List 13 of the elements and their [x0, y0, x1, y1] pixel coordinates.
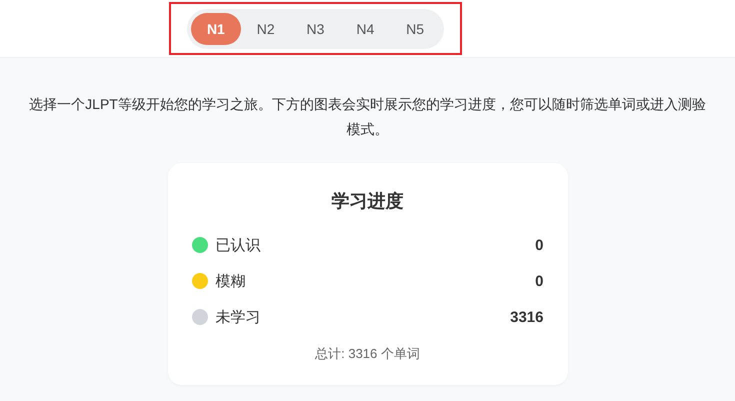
legend-count: 3316	[510, 308, 544, 326]
card-title: 学习进度	[330, 190, 404, 213]
legend-label: 未学习	[216, 308, 262, 326]
level-tab[interactable]: N5	[390, 12, 440, 44]
legend-label: 模糊	[216, 272, 246, 290]
level-tab[interactable]: N4	[340, 12, 390, 44]
legend-count: 0	[535, 236, 544, 254]
legend-label: 已认识	[216, 236, 262, 254]
legend-count: 0	[535, 272, 544, 290]
intro-text: 选择一个JLPT等级开始您的学习之旅。下方的图表会实时展示您的学习进度，您可以随时筛选单词或进入测验模式。	[28, 95, 707, 139]
total-count: 总计: 3316 个单词	[314, 345, 421, 363]
level-tab[interactable]: N2	[240, 12, 291, 44]
level-tab[interactable]: N3	[290, 12, 340, 44]
